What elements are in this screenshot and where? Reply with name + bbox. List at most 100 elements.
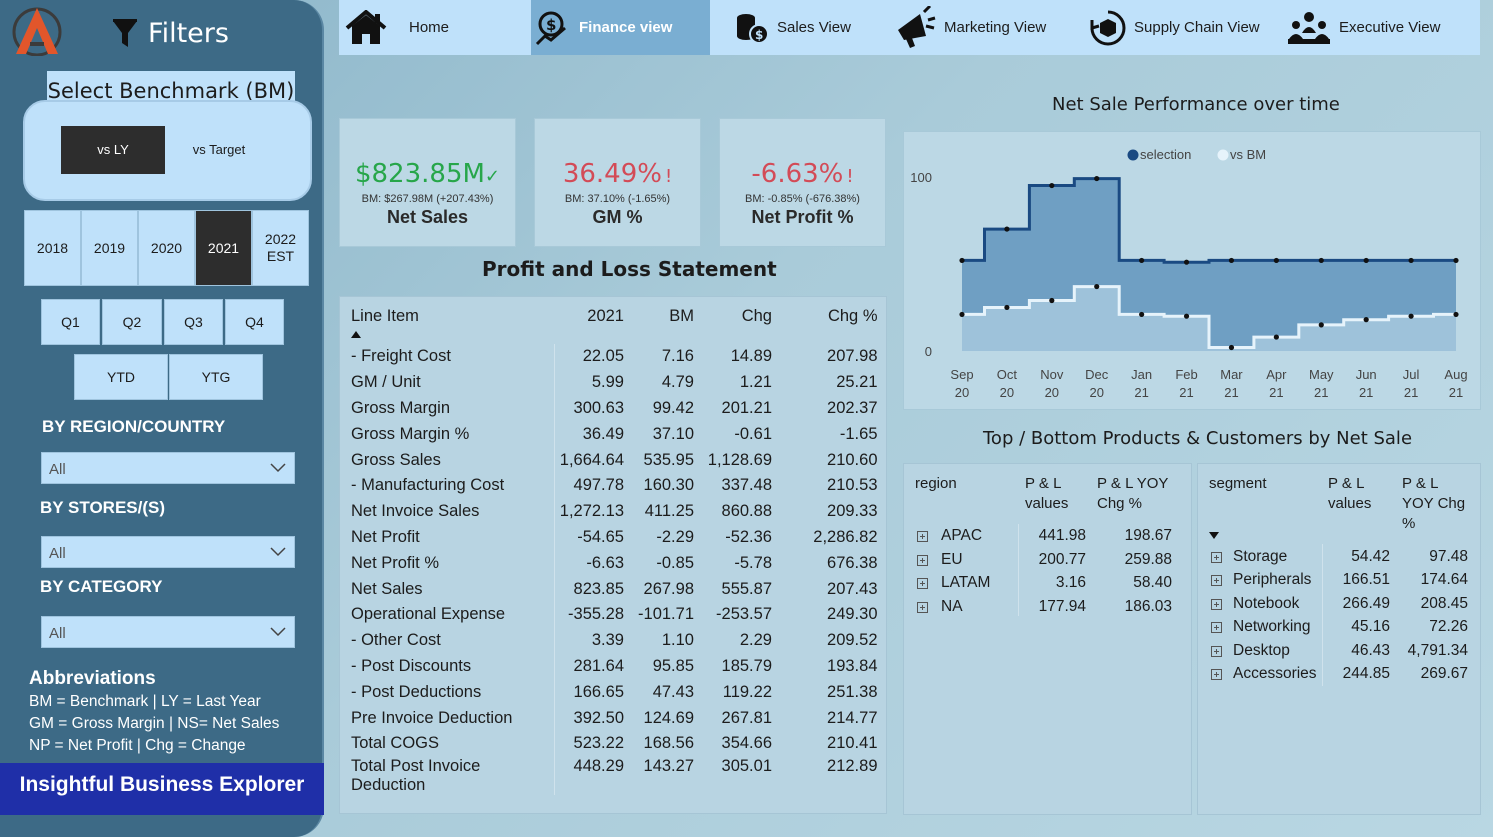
kpi-card-net-profit-percent: -6.63%! BM: -0.85% (-676.38%) Net Profit… — [719, 118, 886, 247]
data-point[interactable] — [1004, 304, 1010, 311]
data-point[interactable] — [1453, 257, 1459, 264]
segment-col-header[interactable]: P & L YOY Chg % — [1402, 474, 1472, 534]
quarter-q1-button[interactable]: Q1 — [41, 299, 100, 345]
expand-plus-icon[interactable] — [1211, 622, 1222, 634]
pl-row[interactable]: Net Profit -54.65 -2.29 -52.36 2,286.82 — [340, 524, 886, 551]
region-col-header[interactable]: P & L values — [1025, 474, 1085, 514]
pl-row[interactable]: Operational Expense -355.28 -101.71 -253.57… — [340, 601, 886, 628]
pl-row[interactable]: Net Invoice Sales 1,272.13 411.25 860.88 209… — [340, 498, 886, 525]
pl-row[interactable]: Net Profit % -6.63 -0.85 -5.78 676.38 — [340, 550, 886, 577]
region-col-header[interactable]: P & L YOY Chg % — [1097, 474, 1182, 514]
nav-executive-view[interactable]: Executive View — [1287, 0, 1467, 55]
region-name[interactable]: APAC — [941, 527, 1011, 545]
data-point[interactable] — [1408, 257, 1414, 264]
year-2020-button[interactable]: 2020 — [138, 210, 195, 286]
pl-row[interactable]: - Freight Cost 22.05 7.16 14.89 207.98 — [340, 344, 886, 370]
pl-col-header[interactable]: 2021 — [554, 297, 632, 344]
data-point[interactable] — [959, 257, 965, 264]
pl-col-header[interactable]: Chg % — [780, 297, 886, 344]
year-2019-button[interactable]: 2019 — [81, 210, 138, 286]
pl-row[interactable]: Net Sales 823.85 267.98 555.87 207.43 — [340, 576, 886, 602]
pl-row[interactable]: Gross Margin 300.63 99.42 201.21 202.37 — [340, 395, 886, 422]
data-point[interactable] — [1094, 175, 1100, 182]
segment-name[interactable]: Desktop — [1233, 642, 1323, 660]
expand-plus-icon[interactable] — [917, 554, 928, 566]
year-2018-button[interactable]: 2018 — [24, 210, 81, 286]
nav-marketing-view[interactable]: Marketing View — [894, 0, 1074, 55]
quarter-q2-button[interactable]: Q2 — [102, 299, 162, 345]
pl-row[interactable]: - Post Deductions 166.65 47.43 119.22 251.38 — [340, 679, 886, 706]
expand-plus-icon[interactable] — [1211, 575, 1222, 587]
expand-plus-icon[interactable] — [1211, 645, 1222, 657]
nav-finance-view[interactable]: $ Finance view — [531, 0, 710, 55]
pl-col-header[interactable]: Line Item — [340, 297, 554, 344]
data-point[interactable] — [1408, 313, 1414, 319]
data-point[interactable] — [1183, 259, 1190, 265]
nav-home[interactable]: Home — [345, 0, 531, 55]
data-point[interactable] — [1273, 334, 1279, 340]
data-point[interactable] — [1228, 257, 1235, 264]
data-point[interactable] — [1318, 257, 1324, 264]
benchmark-vs-ly-button[interactable]: vs LY — [61, 126, 165, 174]
segment-value: 166.51 — [1342, 571, 1390, 589]
data-point[interactable] — [1453, 311, 1459, 318]
year-2021-button[interactable]: 2021 — [195, 210, 252, 286]
expand-plus-icon[interactable] — [917, 578, 928, 589]
pl-col-header[interactable]: Chg — [702, 297, 780, 344]
region-name[interactable]: LATAM — [941, 574, 1011, 592]
data-point[interactable] — [1318, 322, 1324, 328]
data-point[interactable] — [1049, 182, 1055, 189]
region-name[interactable]: NA — [941, 598, 1011, 616]
category-dropdown[interactable]: All — [41, 616, 295, 648]
data-point[interactable] — [1049, 297, 1055, 304]
pl-line-item: Net Sales — [340, 576, 555, 602]
data-point[interactable] — [1139, 257, 1145, 264]
nav-supply-chain-view[interactable]: Supply Chain View — [1090, 0, 1275, 55]
pl-row[interactable]: - Post Discounts 281.64 95.85 185.79 193.84 — [340, 653, 886, 680]
segment-name[interactable]: Accessories — [1233, 665, 1323, 683]
pl-row[interactable]: - Manufacturing Cost 497.78 160.30 337.48 21… — [340, 472, 886, 499]
expand-plus-icon[interactable] — [1211, 669, 1222, 680]
data-point[interactable] — [959, 311, 965, 318]
pl-row[interactable]: Gross Margin % 36.49 37.10 -0.61 -1.65 — [340, 421, 886, 448]
region-col-header[interactable]: region — [915, 474, 957, 494]
data-point[interactable] — [1273, 257, 1279, 264]
data-point[interactable] — [1004, 226, 1010, 232]
pl-col-header[interactable]: BM — [632, 297, 702, 344]
segment-col-header[interactable]: segment — [1209, 474, 1267, 494]
expand-plus-icon[interactable] — [1211, 598, 1222, 610]
stores-dropdown[interactable]: All — [41, 536, 295, 568]
data-point[interactable] — [1228, 344, 1235, 351]
data-point[interactable] — [1363, 317, 1369, 323]
segment-name[interactable]: Peripherals — [1233, 571, 1323, 589]
quarter-q3-button[interactable]: Q3 — [164, 299, 223, 345]
segment-value: 174.64 — [1420, 571, 1468, 589]
data-point[interactable] — [1183, 313, 1190, 319]
pl-row[interactable]: Total Post Invoice Deduction 448.29 143.27… — [340, 756, 886, 795]
nav-sales-view[interactable]: $ Sales View — [735, 0, 885, 55]
legend-label: vs BM — [1230, 147, 1266, 162]
period-ytg-button[interactable]: YTG — [169, 354, 263, 400]
segment-name[interactable]: Networking — [1233, 618, 1323, 636]
segment-name[interactable]: Notebook — [1233, 595, 1323, 613]
segment-col-header[interactable]: P & L values — [1328, 474, 1388, 514]
expand-plus-icon[interactable] — [917, 531, 928, 542]
pl-row[interactable]: - Other Cost 3.39 1.10 2.29 209.52 — [340, 627, 886, 654]
region-dropdown[interactable]: All — [41, 452, 295, 484]
data-point[interactable] — [1363, 257, 1369, 264]
quarter-q4-button[interactable]: Q4 — [225, 299, 284, 345]
region-name[interactable]: EU — [941, 551, 1011, 569]
pl-row[interactable]: Total COGS 523.22 168.56 354.66 210.41 — [340, 730, 886, 757]
segment-name[interactable]: Storage — [1233, 548, 1323, 566]
benchmark-vs-target-button[interactable]: vs Target — [167, 126, 271, 174]
expand-plus-icon[interactable] — [917, 601, 928, 613]
year-2022-est-button[interactable]: 2022 EST — [252, 210, 309, 286]
pl-row[interactable]: Pre Invoice Deduction 392.50 124.69 267.81 2… — [340, 705, 886, 731]
pl-cell: 860.88 — [721, 502, 772, 521]
data-point[interactable] — [1139, 311, 1145, 318]
expand-plus-icon[interactable] — [1211, 552, 1222, 563]
pl-row[interactable]: Gross Sales 1,664.64 535.95 1,128.69 210.60 — [340, 447, 886, 473]
period-ytd-button[interactable]: YTD — [74, 354, 168, 400]
data-point[interactable] — [1094, 283, 1100, 290]
pl-row[interactable]: GM / Unit 5.99 4.79 1.21 25.21 — [340, 369, 886, 396]
